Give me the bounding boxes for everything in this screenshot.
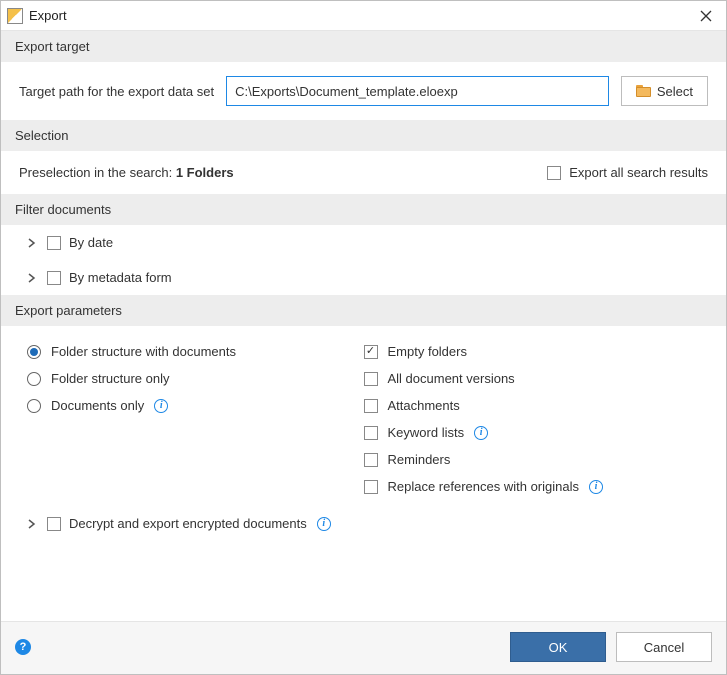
export-all-label: Export all search results bbox=[569, 165, 708, 180]
selection-row: Preselection in the search: 1 Folders Ex… bbox=[1, 151, 726, 194]
dialog-footer: ? OK Cancel bbox=[1, 621, 726, 674]
info-icon[interactable]: i bbox=[589, 480, 603, 494]
cancel-button[interactable]: Cancel bbox=[616, 632, 712, 662]
filter-by-metadata-label: By metadata form bbox=[69, 270, 172, 285]
check-reminders[interactable]: Reminders bbox=[364, 446, 727, 473]
params-col-radios: Folder structure with documents Folder s… bbox=[1, 338, 364, 500]
export-dialog: Export Export target Target path for the… bbox=[0, 0, 727, 675]
info-icon[interactable]: i bbox=[317, 517, 331, 531]
check-empty-folders[interactable]: Empty folders bbox=[364, 338, 727, 365]
dialog-content: Export target Target path for the export… bbox=[1, 31, 726, 621]
info-icon[interactable]: i bbox=[474, 426, 488, 440]
check-replace-refs-label: Replace references with originals bbox=[388, 479, 579, 494]
radio-dot bbox=[27, 372, 41, 386]
target-row: Target path for the export data set Sele… bbox=[1, 62, 726, 120]
decrypt-label: Decrypt and export encrypted documents bbox=[69, 516, 307, 531]
info-icon[interactable]: i bbox=[154, 399, 168, 413]
titlebar: Export bbox=[1, 1, 726, 31]
checkbox-box bbox=[364, 426, 378, 440]
check-empty-folders-label: Empty folders bbox=[388, 344, 467, 359]
checkbox-box bbox=[364, 480, 378, 494]
checkbox-box bbox=[364, 345, 378, 359]
radio-dot bbox=[27, 345, 41, 359]
folder-icon bbox=[636, 85, 651, 97]
checkbox-box bbox=[364, 399, 378, 413]
preselection-value: 1 Folders bbox=[176, 165, 234, 180]
section-filter-documents: Filter documents bbox=[1, 194, 726, 225]
select-path-button[interactable]: Select bbox=[621, 76, 708, 106]
select-button-label: Select bbox=[657, 84, 693, 99]
check-all-versions[interactable]: All document versions bbox=[364, 365, 727, 392]
radio-structure-with-docs-label: Folder structure with documents bbox=[51, 344, 236, 359]
section-export-parameters: Export parameters bbox=[1, 295, 726, 326]
help-button[interactable]: ? bbox=[15, 639, 31, 655]
checkbox-box bbox=[47, 271, 61, 285]
expander-by-date[interactable] bbox=[27, 238, 37, 248]
decrypt-checkbox[interactable]: Decrypt and export encrypted documents bbox=[47, 516, 307, 531]
radio-structure-with-docs[interactable]: Folder structure with documents bbox=[1, 338, 364, 365]
window-title: Export bbox=[29, 8, 686, 23]
spacer bbox=[1, 541, 726, 621]
filter-by-date-checkbox[interactable]: By date bbox=[47, 235, 113, 250]
filter-by-date-label: By date bbox=[69, 235, 113, 250]
radio-structure-only-label: Folder structure only bbox=[51, 371, 170, 386]
preselection-text: Preselection in the search: 1 Folders bbox=[19, 165, 234, 180]
checkbox-box bbox=[364, 372, 378, 386]
target-path-input[interactable] bbox=[226, 76, 609, 106]
checkbox-box bbox=[364, 453, 378, 467]
export-parameters-panel: Folder structure with documents Folder s… bbox=[1, 326, 726, 506]
checkbox-box bbox=[47, 517, 61, 531]
checkbox-box bbox=[47, 236, 61, 250]
check-keyword-lists-label: Keyword lists bbox=[388, 425, 465, 440]
check-all-versions-label: All document versions bbox=[388, 371, 515, 386]
filter-by-metadata-row: By metadata form bbox=[1, 260, 726, 295]
radio-documents-only[interactable]: Documents only i bbox=[1, 392, 364, 419]
ok-button-label: OK bbox=[549, 640, 568, 655]
checkbox-box bbox=[547, 166, 561, 180]
check-attachments[interactable]: Attachments bbox=[364, 392, 727, 419]
ok-button[interactable]: OK bbox=[510, 632, 606, 662]
preselection-prefix: Preselection in the search: bbox=[19, 165, 176, 180]
section-export-target: Export target bbox=[1, 31, 726, 62]
decrypt-row: Decrypt and export encrypted documents i bbox=[1, 506, 726, 541]
check-attachments-label: Attachments bbox=[388, 398, 460, 413]
cancel-button-label: Cancel bbox=[644, 640, 684, 655]
filter-by-metadata-checkbox[interactable]: By metadata form bbox=[47, 270, 172, 285]
expander-decrypt[interactable] bbox=[27, 519, 37, 529]
app-icon bbox=[7, 8, 23, 24]
params-col-checks: Empty folders All document versions Atta… bbox=[364, 338, 727, 500]
filter-by-date-row: By date bbox=[1, 225, 726, 260]
section-selection: Selection bbox=[1, 120, 726, 151]
expander-by-metadata[interactable] bbox=[27, 273, 37, 283]
check-replace-refs[interactable]: Replace references with originals i bbox=[364, 473, 727, 500]
radio-dot bbox=[27, 399, 41, 413]
target-path-label: Target path for the export data set bbox=[19, 84, 214, 99]
check-reminders-label: Reminders bbox=[388, 452, 451, 467]
close-button[interactable] bbox=[686, 2, 726, 30]
export-all-checkbox[interactable]: Export all search results bbox=[547, 165, 708, 180]
radio-documents-only-label: Documents only bbox=[51, 398, 144, 413]
radio-structure-only[interactable]: Folder structure only bbox=[1, 365, 364, 392]
check-keyword-lists[interactable]: Keyword lists i bbox=[364, 419, 727, 446]
